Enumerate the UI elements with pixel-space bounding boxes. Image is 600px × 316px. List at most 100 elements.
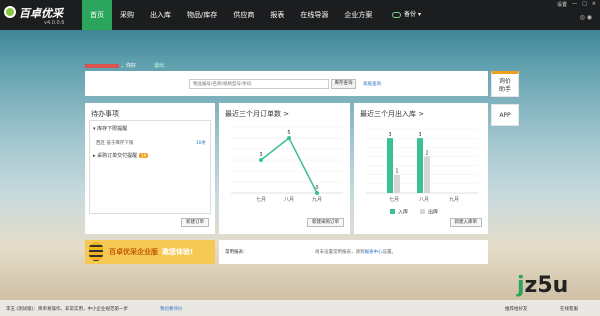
- data-point: [315, 191, 319, 195]
- bar: [424, 156, 430, 193]
- top-bar: 百卓优采 v4.0.0.6 首页 采购 出入库 物品/库存 供应商 报表 在线导…: [0, 0, 600, 30]
- chevron-down-icon: ▾: [417, 11, 421, 18]
- orders-line-chart: 3 5 0 七月 八月 九月: [231, 126, 343, 203]
- data-label: 3: [259, 152, 262, 158]
- bar: [387, 138, 393, 193]
- data-label: 3: [388, 132, 391, 138]
- site-watermark: jz5u: [517, 273, 568, 298]
- common-reports-label: 常用报表：: [225, 250, 248, 255]
- cloud-icon: [392, 11, 401, 18]
- common-reports-panel: 常用报表： 尚未设置常用报表，请到报表中心设置。: [219, 240, 488, 264]
- series-line: [260, 136, 318, 194]
- tab-enterprise[interactable]: 企业方案: [336, 0, 380, 30]
- welcome-line: ，你好 退出: [85, 62, 164, 69]
- data-point: [259, 158, 263, 162]
- x-tick-label: 七月: [256, 196, 266, 203]
- data-label: 3: [418, 132, 421, 138]
- status-bar: 李玉 (测试版)：简单易操作，非常实用，中小企业规范第一步 我也要评价 推荐给好…: [0, 300, 600, 316]
- logout-link[interactable]: 退出: [154, 63, 164, 69]
- inquiry-assistant-label: 询价助手: [498, 78, 511, 93]
- minimize-button[interactable]: —: [572, 1, 577, 8]
- common-reports-prefix: 尚未设置常用报表，请到: [315, 250, 365, 255]
- search-input[interactable]: [189, 79, 329, 89]
- legend-label: 出库: [428, 209, 438, 216]
- write-review-link[interactable]: 我也要评价: [160, 306, 183, 312]
- tab-purchase[interactable]: 采购: [112, 0, 142, 30]
- data-label: 5: [287, 130, 290, 136]
- inquiry-assistant-tab[interactable]: 询价助手: [491, 71, 519, 97]
- tab-home[interactable]: 首页: [82, 0, 112, 30]
- todo-section-stock-label: 库存下限提醒: [97, 126, 128, 132]
- todo-section-orders[interactable]: ▸ 采购订单交付提醒 19: [93, 152, 149, 159]
- promo-banner[interactable]: 百卓优采企业版 邀您体验!: [85, 240, 215, 264]
- stock-bar-chart: 3 3 1 2 七月 八月 九月入库 出库: [366, 128, 478, 216]
- settings-button[interactable]: 设置: [557, 1, 567, 8]
- app-name: 百卓优采: [19, 7, 63, 20]
- new-purchase-order-button[interactable]: 新建采购订单: [307, 218, 344, 227]
- data-label: 0: [315, 185, 318, 191]
- recommend-link[interactable]: 推荐给好友: [505, 306, 528, 312]
- todo-row-count: 10条: [195, 141, 206, 146]
- legend-swatch: [420, 209, 425, 214]
- stock-chart-panel: 最近三个月出入库 > 3 3 1 2 七月 八月 九月入库 出库 新建入库单: [354, 103, 488, 234]
- orders-chart-panel: 最近三个月订单数 > 3 5 0 七月 八月 九月 新建采购订单: [219, 103, 350, 234]
- backup-label: 备份: [404, 11, 417, 18]
- common-reports-suffix: 设置。: [382, 250, 397, 255]
- data-label: 2: [425, 150, 428, 156]
- banner-text: 百卓优采企业版 邀您体验!: [109, 247, 193, 257]
- bar: [417, 138, 423, 193]
- banner-main-text: 百卓优采企业版: [109, 248, 158, 256]
- x-tick-label: 八月: [284, 197, 294, 203]
- todo-badge: 19: [139, 153, 149, 158]
- data-point: [287, 136, 291, 140]
- main-nav: 首页 采购 出入库 物品/库存 供应商 报表 在线导源 企业方案: [82, 0, 380, 30]
- common-reports-message: 尚未设置常用报表，请到报表中心设置。: [315, 249, 396, 255]
- new-order-button[interactable]: 新建订单: [181, 218, 209, 227]
- app-tab-label: APP: [499, 112, 511, 119]
- list-item[interactable]: 西区 低于库存下限 10条: [96, 140, 206, 146]
- user-menu-icon[interactable]: ◎ ◉: [580, 14, 592, 21]
- watermark-j: j: [517, 273, 525, 298]
- legend-swatch: [390, 209, 395, 214]
- app-logo: 百卓优采 v4.0.0.6: [4, 4, 80, 28]
- tab-sourcing[interactable]: 在线导源: [292, 0, 336, 30]
- stock-chart-title[interactable]: 最近三个月出入库 >: [360, 109, 424, 119]
- todo-section-orders-label: 采购订单交付提醒: [97, 153, 138, 159]
- tab-reports[interactable]: 报表: [262, 0, 292, 30]
- online-support-link[interactable]: 在线客服: [560, 306, 578, 312]
- x-tick-label: 九月: [449, 196, 459, 203]
- todo-row-text: 西区 低于库存下限: [96, 141, 134, 146]
- banner-sub-text: 邀您体验!: [162, 248, 194, 256]
- orders-chart-title[interactable]: 最近三个月订单数 >: [225, 109, 289, 119]
- x-tick-label: 九月: [312, 196, 322, 203]
- username-redacted: [85, 63, 119, 68]
- todo-list: ▾ 库存下限提醒 西区 低于库存下限 10条 ▸ 采购订单交付提醒 19: [89, 120, 211, 214]
- bee-icon: [89, 242, 103, 261]
- new-inbound-button[interactable]: 新建入库单: [449, 218, 482, 227]
- watermark-rest: z5u: [524, 273, 569, 298]
- stock-query-button[interactable]: 库存查询: [331, 79, 356, 89]
- maximize-button[interactable]: □: [582, 1, 587, 8]
- report-center-link[interactable]: 报表中心: [365, 250, 383, 255]
- legend-label: 入库: [398, 209, 408, 216]
- app-version: v4.0.0.6: [44, 20, 65, 26]
- greeting: ，你好: [121, 63, 137, 69]
- bar: [394, 174, 400, 193]
- todo-title: 待办事项: [91, 110, 119, 118]
- backup-button[interactable]: 备份 ▾: [392, 9, 421, 18]
- data-label: 1: [395, 169, 398, 175]
- x-tick-label: 八月: [419, 197, 429, 203]
- user-review-text: 李玉 (测试版)：简单易操作，非常实用，中小企业规范第一步: [6, 307, 128, 312]
- todo-panel: 待办事项 ▾ 库存下限提醒 西区 低于库存下限 10条 ▸ 采购订单交付提醒 19…: [85, 103, 215, 234]
- search-panel: 库存查询 高级查询: [85, 71, 488, 96]
- tab-inventory[interactable]: 物品/库存: [179, 0, 225, 30]
- todo-section-stock[interactable]: ▾ 库存下限提醒: [93, 125, 127, 132]
- logo-icon: [4, 6, 16, 18]
- close-button[interactable]: ×: [592, 1, 596, 8]
- window-controls: 设置 — □ ×: [557, 1, 596, 8]
- tab-supplier[interactable]: 供应商: [225, 0, 262, 30]
- tab-inout[interactable]: 出入库: [142, 0, 179, 30]
- app-tab[interactable]: APP: [491, 104, 519, 126]
- advanced-search-link[interactable]: 高级查询: [363, 81, 381, 87]
- x-tick-label: 七月: [389, 196, 399, 203]
